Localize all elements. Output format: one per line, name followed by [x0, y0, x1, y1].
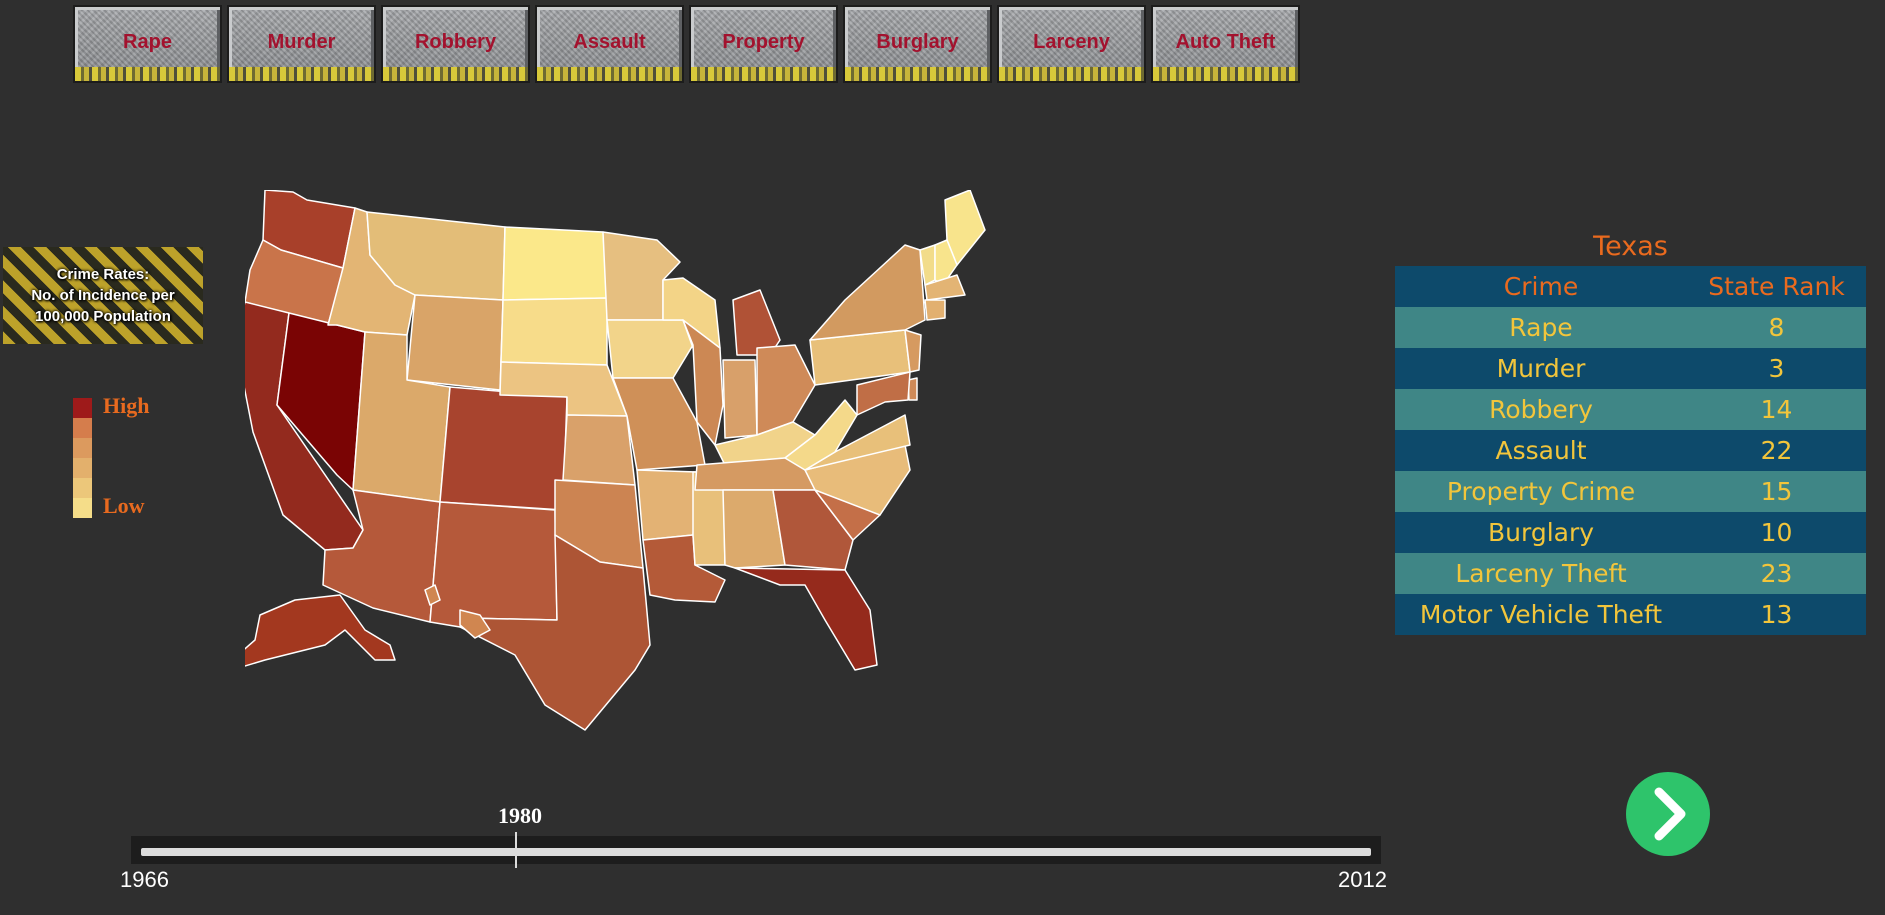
- legend-title: Crime Rates: No. of Incidence per 100,00…: [31, 264, 174, 327]
- state-rank-panel: Texas Crime State Rank Rape 8 Murder 3 Robbe…: [1395, 228, 1866, 635]
- next-button[interactable]: [1626, 772, 1710, 856]
- state-ohio[interactable]: [756, 344, 816, 436]
- legend-color-scale: [73, 398, 92, 518]
- state-michigan[interactable]: [732, 289, 781, 356]
- rank-row: Assault 22: [1395, 430, 1866, 471]
- rank-column-header: State Rank: [1687, 266, 1866, 307]
- rank-value-cell: 15: [1687, 471, 1866, 512]
- us-choropleth-map: [245, 190, 986, 731]
- state-new-york[interactable]: [809, 244, 926, 341]
- legend-swatch: [73, 418, 92, 438]
- tab-robbery[interactable]: Robbery: [381, 5, 530, 83]
- rank-value-cell: 8: [1687, 307, 1866, 348]
- slider-min-year: 1966: [120, 867, 169, 892]
- rank-row: Burglary 10: [1395, 512, 1866, 553]
- legend-swatch: [73, 458, 92, 478]
- tab-label: Auto Theft: [1175, 31, 1276, 53]
- state-new-mexico[interactable]: [429, 501, 558, 628]
- legend-swatch: [73, 398, 92, 418]
- tab-label: Rape: [123, 31, 172, 53]
- slider-track[interactable]: [141, 848, 1371, 856]
- slider-max-year: 2012: [1338, 867, 1387, 892]
- rank-value-cell: 3: [1687, 348, 1866, 389]
- legend-swatch: [73, 478, 92, 498]
- state-south-dakota[interactable]: [500, 297, 608, 366]
- rank-row: Rape 8: [1395, 307, 1866, 348]
- crime-name-cell: Rape: [1395, 307, 1688, 348]
- tab-label: Robbery: [414, 31, 497, 53]
- crime-column-header: Crime: [1395, 266, 1688, 307]
- rank-table-header: Crime State Rank: [1395, 266, 1866, 307]
- legend-title-line: No. of Incidence per: [31, 287, 175, 304]
- crime-name-cell: Robbery: [1395, 389, 1688, 430]
- legend-title-box: Crime Rates: No. of Incidence per 100,00…: [3, 247, 203, 344]
- rank-table: Crime State Rank Rape 8 Murder 3 Robbery 14 As…: [1395, 266, 1866, 635]
- crime-name-cell: Property Crime: [1395, 471, 1688, 512]
- tab-property[interactable]: Property: [689, 5, 838, 83]
- rank-row: Larceny Theft 23: [1395, 553, 1866, 594]
- legend-title-line: 100,000 Population: [35, 308, 171, 325]
- crime-name-cell: Motor Vehicle Theft: [1395, 594, 1688, 635]
- tab-label: Assault: [573, 31, 646, 53]
- chevron-right-icon: [1654, 787, 1686, 841]
- crime-name-cell: Murder: [1395, 348, 1688, 389]
- rank-value-cell: 23: [1687, 553, 1866, 594]
- state-north-dakota[interactable]: [502, 226, 608, 301]
- rank-value-cell: 14: [1687, 389, 1866, 430]
- rank-row: Murder 3: [1395, 348, 1866, 389]
- crime-category-tabs: Rape Murder Robbery Assault Property Burglary…: [73, 5, 1300, 83]
- legend-swatch: [73, 498, 92, 518]
- rank-row: Property Crime 15: [1395, 471, 1866, 512]
- tab-label: Larceny: [1033, 31, 1110, 53]
- crime-name-cell: Assault: [1395, 430, 1688, 471]
- tab-assault[interactable]: Assault: [535, 5, 684, 83]
- tab-label: Burglary: [876, 31, 959, 53]
- state-wyoming[interactable]: [406, 294, 504, 391]
- tab-label: Murder: [267, 31, 336, 53]
- rank-value-cell: 22: [1687, 430, 1866, 471]
- rank-row: Robbery 14: [1395, 389, 1866, 430]
- tab-larceny[interactable]: Larceny: [997, 5, 1146, 83]
- state-colorado[interactable]: [439, 386, 568, 511]
- selected-state-title: Texas: [1593, 231, 1668, 262]
- tab-rape[interactable]: Rape: [73, 5, 222, 83]
- tab-label: Property: [722, 31, 805, 53]
- rank-row: Motor Vehicle Theft 13: [1395, 594, 1866, 635]
- legend-high-label: High: [103, 393, 150, 418]
- crime-name-cell: Burglary: [1395, 512, 1688, 553]
- legend-swatch: [73, 438, 92, 458]
- tab-murder[interactable]: Murder: [227, 5, 376, 83]
- state-connecticut[interactable]: [924, 299, 946, 321]
- tab-auto-theft[interactable]: Auto Theft: [1151, 5, 1300, 83]
- legend-low-label: Low: [103, 493, 145, 518]
- state-kansas[interactable]: [562, 414, 636, 486]
- state-iowa[interactable]: [606, 319, 694, 379]
- slider-thumb[interactable]: [515, 832, 518, 868]
- tab-burglary[interactable]: Burglary: [843, 5, 992, 83]
- state-florida[interactable]: [734, 567, 878, 671]
- slider-current-year: 1980: [498, 803, 542, 828]
- year-slider[interactable]: [131, 832, 1381, 868]
- rank-value-cell: 13: [1687, 594, 1866, 635]
- state-arkansas[interactable]: [636, 469, 698, 541]
- rank-value-cell: 10: [1687, 512, 1866, 553]
- crime-name-cell: Larceny Theft: [1395, 553, 1688, 594]
- state-indiana[interactable]: [722, 359, 758, 439]
- legend-title-line: Crime Rates:: [56, 266, 150, 283]
